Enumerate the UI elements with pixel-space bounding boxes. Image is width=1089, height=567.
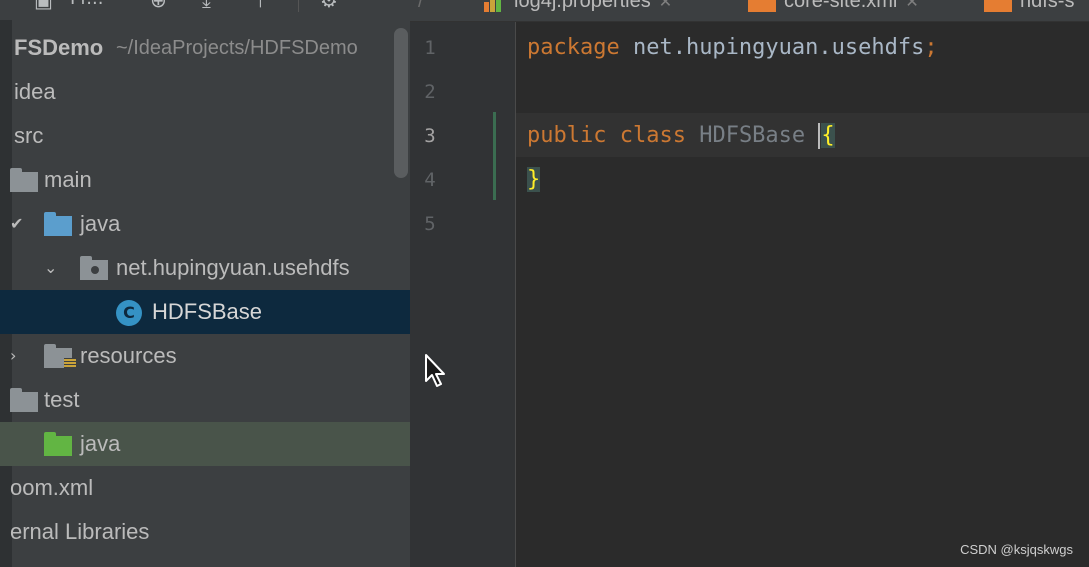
tab-log4j-properties[interactable]: log4j.properties ✕ [484,0,672,14]
tree-item-label: java [80,431,121,456]
folder-icon [10,168,38,192]
tree-item-label: oom.xml [10,475,94,500]
tree-item-hdfsbase[interactable]: C HDFSBase [0,290,410,334]
tree-item-label: ernal Libraries [10,519,150,544]
project-panel: ▣ Pr... ⊕ ⤓ ⤒ ⚙ FSDemo ~/IdeaProjects/HD… [0,0,410,567]
test-folder-icon [44,432,72,456]
code-line-3[interactable]: public class HDFSBase { [527,114,835,158]
class-icon: C [116,300,142,326]
semicolon: ; [924,35,938,60]
source-folder-icon [44,212,72,236]
settings-icon[interactable]: ⚙ [320,0,338,10]
tree-item-main[interactable]: main [0,158,410,202]
tab-label: core-site.xml [784,0,898,12]
project-view-icon[interactable]: ▣ [34,0,53,10]
tree-item-resources[interactable]: › resources [0,334,410,378]
tab-hdfs-site-xml[interactable]: hdfs-s [984,0,1074,14]
scrollbar-thumb[interactable] [394,28,408,178]
tree-item-label: test [44,387,80,412]
watermark: CSDN @ksjqskwgs [960,542,1073,557]
xml-file-icon [748,0,776,12]
xml-file-icon [984,0,1012,12]
close-icon[interactable]: ✕ [659,0,672,11]
close-brace: } [527,167,541,192]
tree-item-src[interactable]: src [0,114,410,158]
line-number: 5 [424,213,436,235]
tree-item-label: main [44,167,92,192]
tree-item-external-libraries[interactable]: ernal Libraries [0,510,410,554]
package-icon [80,256,108,280]
line-number: 1 [424,37,436,59]
project-root-name: FSDemo [14,35,104,60]
folder-icon [10,388,38,412]
open-brace: { [821,123,835,148]
tab-core-site-xml[interactable]: core-site.xml ✕ [748,0,919,14]
tree-item-package[interactable]: ⌄ net.hupingyuan.usehdfs [0,246,410,290]
tree-item-label: net.hupingyuan.usehdfs [116,255,350,280]
tree-item-idea[interactable]: idea [0,70,410,114]
chevron-right-icon[interactable]: › [10,334,16,378]
package-name: net.hupingyuan.usehdfs [619,35,925,60]
project-root-path: ~/IdeaProjects/HDFSDemo [116,37,358,59]
line-number: 4 [424,169,436,191]
project-toolbar: ▣ Pr... ⊕ ⤓ ⤒ ⚙ [0,0,410,20]
vcs-change-marker[interactable] [493,112,496,200]
code-editor[interactable] [516,22,1089,567]
line-number: 2 [424,81,436,103]
editor-tab-bar: / log4j.properties ✕ core-site.xml ✕ hdfs-… [410,0,1089,22]
tree-item-label: src [14,123,44,148]
project-view-label[interactable]: Pr... [70,0,103,9]
tab-label: log4j.properties [514,0,651,12]
tree-item-java-main[interactable]: ✔ java [0,202,410,246]
tree-item-label: idea [14,79,56,104]
gutter-divider [515,22,516,567]
class-name: HDFSBase [699,123,806,148]
expand-all-icon[interactable]: ⤓ [202,0,211,10]
tree-item-test[interactable]: test [0,378,410,422]
close-icon[interactable]: ✕ [905,0,918,11]
tab-separator: / [418,0,424,12]
tree-item-java-test[interactable]: java [0,422,410,466]
tree-item-label: HDFSBase [152,299,263,324]
toolbar-divider [298,0,299,12]
mouse-pointer-icon [425,354,445,387]
properties-file-icon [484,0,506,12]
tree-item-label: java [80,211,121,236]
tree-root[interactable]: FSDemo ~/IdeaProjects/HDFSDemo [0,26,410,70]
resources-folder-icon [44,344,76,370]
chevron-down-icon[interactable]: ⌄ [44,246,57,290]
code-line-1[interactable]: package net.hupingyuan.usehdfs; [527,26,938,70]
locate-icon[interactable]: ⊕ [150,0,167,10]
keyword: package [527,35,620,60]
keyword: public class [527,123,686,148]
collapse-all-icon[interactable]: ⤒ [256,0,265,10]
chevron-down-icon[interactable]: ✔ [10,202,23,246]
tree-item-pom[interactable]: oom.xml [0,466,410,510]
line-number-active: 3 [424,125,436,147]
tab-label: hdfs-s [1020,0,1075,12]
code-line-4[interactable]: } [527,158,541,202]
tree-item-label: resources [80,343,177,368]
